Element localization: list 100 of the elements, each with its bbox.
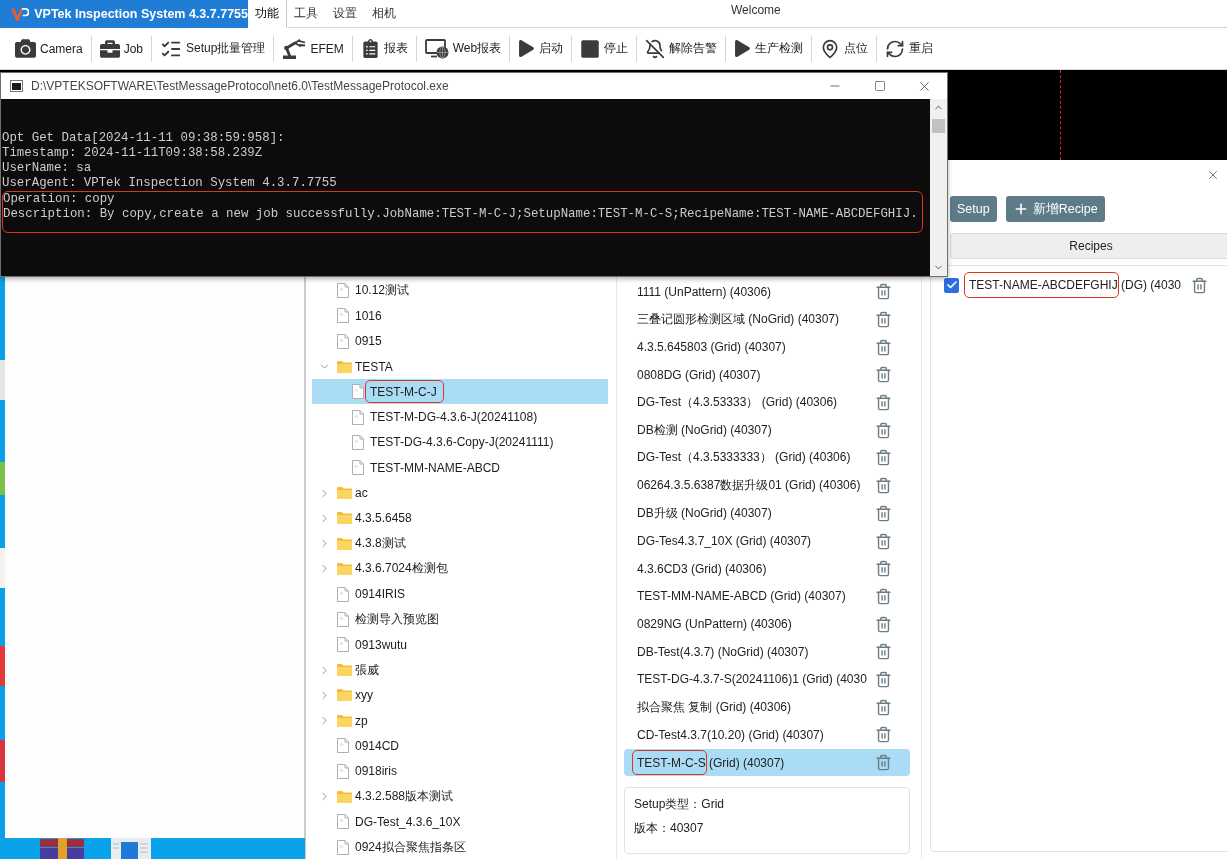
setup-item[interactable]: TEST-M-C-S (Grid) (40307) [624, 748, 910, 777]
trash-icon[interactable] [875, 698, 892, 716]
trash-icon[interactable] [875, 366, 892, 384]
scroll-thumb[interactable] [932, 119, 945, 133]
setup-item[interactable]: 0829NG (UnPattern) (40306) [624, 610, 910, 638]
tree-item[interactable]: 检测导入预览图 [312, 606, 608, 633]
setup-item[interactable]: DB-Test(4.3.7) (NoGrid) (40307) [624, 637, 910, 666]
setup-item[interactable]: DG-Test（4.3.53333） (Grid) (40306) [624, 388, 910, 417]
trash-icon[interactable] [875, 754, 892, 772]
setup-item[interactable]: 拟合聚焦 复制 (Grid) (40306) [624, 693, 910, 721]
scrollbar[interactable] [930, 99, 947, 276]
robot-arm-icon [282, 38, 307, 59]
tree-item[interactable]: TESTA [312, 353, 608, 380]
trash-icon[interactable] [875, 532, 892, 550]
toolbar-button[interactable]: EFEM [274, 32, 352, 65]
clipboard-icon [360, 39, 380, 58]
setup-item[interactable]: DB检测 (NoGrid) (40307) [624, 416, 910, 445]
tree-item[interactable]: 0918iris [312, 758, 608, 784]
setup-item[interactable]: TEST-MM-NAME-ABCD (Grid) (40307) [624, 582, 910, 611]
tree-item[interactable]: TEST-DG-4.3.6-Copy-J(20241111) [312, 429, 608, 456]
tree-item[interactable]: 0915 [312, 328, 608, 354]
toolbar-button[interactable]: 生产检测 [726, 32, 812, 65]
setup-item[interactable]: TEST-DG-4.3.7-S(20241106)1 (Grid) (4030 [624, 665, 910, 694]
toolbar-button[interactable]: 启动 [510, 32, 572, 65]
tree-item[interactable]: ac [312, 480, 608, 506]
tree-item[interactable]: TEST-M-DG-4.3.6-J(20241108) [312, 404, 608, 430]
folder-icon [337, 562, 352, 575]
setup-item[interactable]: 06264.3.5.6387数据升级01 (Grid) (40306) [624, 471, 910, 500]
file-icon [352, 409, 364, 425]
tree-item[interactable]: 0914CD [312, 733, 608, 759]
trash-icon[interactable] [875, 726, 892, 744]
setup-item[interactable]: 4.3.5.645803 (Grid) (40307) [624, 333, 910, 362]
document-icon[interactable] [111, 838, 151, 859]
toolbar-button[interactable]: Web报表 [416, 32, 510, 65]
add-recipe-button[interactable]: 新增Recipe [1005, 196, 1105, 222]
console-line: UserAgent: VPTek Inspection System 4.3.7.7755 [2, 176, 337, 191]
tree-item[interactable]: 0914IRIS [312, 581, 608, 607]
tree-item[interactable]: zp [312, 708, 608, 734]
trash-icon[interactable] [1191, 276, 1209, 294]
setup-item[interactable]: 0808DG (Grid) (40307) [624, 361, 910, 389]
trash-icon[interactable] [875, 615, 892, 633]
tree-item[interactable]: 4.3.5.6458 [312, 505, 608, 531]
menu-tab[interactable]: 相机 [365, 0, 404, 28]
toolbar-button[interactable]: 重启 [877, 32, 942, 65]
file-icon [337, 308, 349, 324]
toolbar-button[interactable]: Camera [7, 32, 91, 65]
tree-item[interactable]: DG-Test_4.3.6_10X [312, 809, 608, 835]
setup-item[interactable]: 1111 (UnPattern) (40306) [624, 278, 910, 306]
toolbar-button[interactable]: 报表 [352, 32, 416, 65]
trash-icon[interactable] [875, 338, 892, 356]
setup-item[interactable]: CD-Test4.3.7(10.20) (Grid) (40307) [624, 721, 910, 749]
trash-icon[interactable] [875, 587, 892, 605]
trash-icon[interactable] [875, 394, 892, 412]
console-line: Description: By copy,create a new job successfully.JobName:TEST-M-C-J;SetupName:TEST-M-C-S;RecipeName:TEST-NAME-ABCDEFGHIJ. [3, 207, 918, 222]
menu-tab[interactable]: 工具 [287, 0, 326, 28]
checkbox[interactable] [944, 277, 959, 293]
tree-item[interactable]: 0924拟合聚焦指条区 [312, 834, 608, 859]
trash-icon[interactable] [875, 560, 892, 578]
toolbar-button[interactable]: 点位 [812, 32, 877, 65]
tree-item[interactable]: 10.12测试 [312, 278, 608, 304]
setup-item[interactable]: 三叠记圆形检测区域 (NoGrid) (40307) [624, 305, 910, 334]
tree-item[interactable]: 1016 [312, 303, 608, 329]
folder-icon [337, 790, 352, 803]
toolbar-button[interactable]: Setup批量管理 [152, 32, 274, 65]
recipe-name: TEST-NAME-ABCDEFGHIJ (DG) (4030 [969, 278, 1182, 292]
archive-icon[interactable] [40, 838, 84, 859]
menu-tab[interactable]: 功能 [248, 0, 287, 28]
trash-icon[interactable] [875, 504, 892, 522]
tree-item[interactable]: xyy [312, 682, 608, 709]
tree-item[interactable]: 4.3.6.7024检测包 [312, 556, 608, 582]
file-icon [337, 333, 349, 349]
tree-item[interactable]: TEST-MM-NAME-ABCD [312, 455, 608, 481]
file-icon [352, 460, 364, 476]
file-icon [337, 814, 349, 830]
trash-icon[interactable] [875, 449, 892, 467]
tree-item[interactable]: 4.3.8测试 [312, 530, 608, 557]
tree-item[interactable]: 4.3.2.588版本测试 [312, 783, 608, 810]
setup-item[interactable]: 4.3.6CD3 (Grid) (40306) [624, 554, 910, 583]
setup-item[interactable]: DG-Tes4.3.7_10X (Grid) (40307) [624, 527, 910, 555]
trash-icon[interactable] [875, 311, 892, 329]
toolbar-button[interactable]: 停止 [572, 32, 637, 65]
file-icon [337, 637, 349, 653]
setup-item[interactable]: DG-Test（4.3.5333333） (Grid) (40306) [624, 444, 910, 472]
trash-icon[interactable] [875, 283, 892, 301]
tree-item[interactable]: 張威 [312, 657, 608, 683]
briefcase-icon [99, 38, 120, 59]
info-text: Setup类型：Grid [634, 796, 725, 814]
tree-item[interactable]: TEST-M-C-J [312, 379, 608, 405]
setup-item[interactable]: DB升级 (NoGrid) (40307) [624, 499, 910, 528]
trash-icon[interactable] [875, 421, 892, 439]
maximize-icon[interactable] [873, 80, 886, 92]
trash-icon[interactable] [875, 643, 892, 661]
setup-button[interactable]: Setup [950, 196, 997, 222]
trash-icon[interactable] [875, 477, 892, 495]
trash-icon[interactable] [875, 670, 892, 688]
menu-tab[interactable]: 设置 [326, 0, 365, 28]
tree-item[interactable]: 0913wutu [312, 632, 608, 658]
toolbar-button[interactable]: 解除告警 [637, 32, 726, 65]
toolbar-button[interactable]: Job [91, 32, 152, 65]
close-icon[interactable] [1206, 168, 1220, 182]
